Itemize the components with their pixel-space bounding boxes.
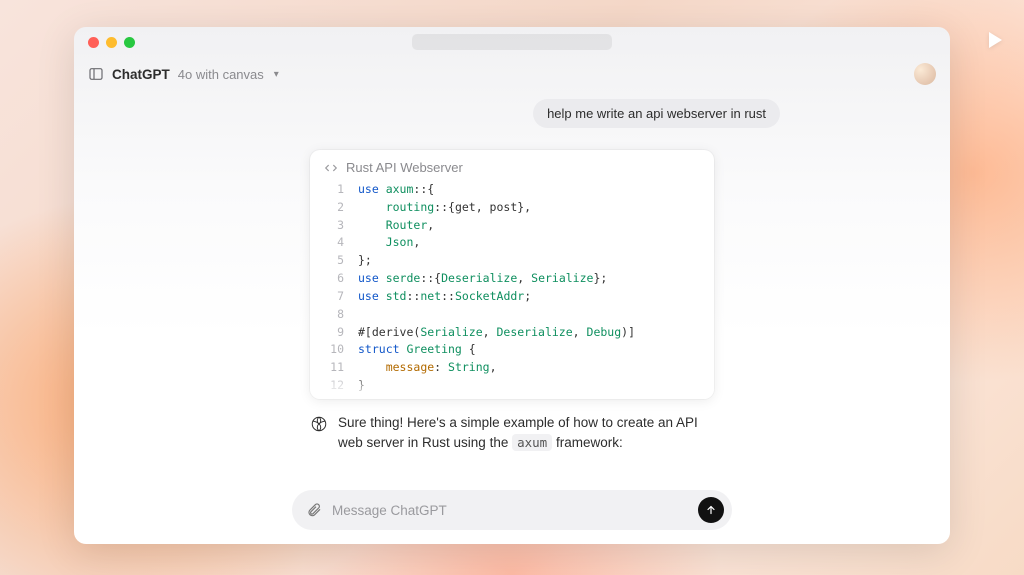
code-line: 10struct Greeting { bbox=[320, 341, 700, 359]
chevron-down-icon: ▾ bbox=[274, 69, 279, 80]
panel-left-icon bbox=[88, 66, 104, 82]
model-variant: 4o with canvas bbox=[178, 67, 264, 82]
canvas-card[interactable]: Rust API Webserver 1use axum::{2 routing… bbox=[310, 150, 714, 399]
window-titlebar bbox=[74, 27, 950, 57]
assistant-message: Sure thing! Here's a simple example of h… bbox=[310, 413, 714, 454]
code-line: 12} bbox=[320, 377, 700, 395]
address-bar[interactable] bbox=[412, 34, 612, 50]
code-line: 8 bbox=[320, 306, 700, 324]
code-block: 1use axum::{2 routing::{get, post},3 Rou… bbox=[310, 181, 714, 399]
code-line: 2 routing::{get, post}, bbox=[320, 199, 700, 217]
window-controls bbox=[88, 37, 135, 48]
user-message: help me write an api webserver in rust bbox=[533, 99, 780, 128]
composer-input[interactable]: Message ChatGPT bbox=[332, 503, 688, 518]
arrow-up-icon bbox=[705, 504, 717, 516]
code-line: 5}; bbox=[320, 252, 700, 270]
chat-content: help me write an api webserver in rust R… bbox=[74, 91, 950, 544]
code-line: 11 message: String, bbox=[320, 359, 700, 377]
close-window-button[interactable] bbox=[88, 37, 99, 48]
app-window: ChatGPT 4o with canvas ▾ help me write a… bbox=[74, 27, 950, 544]
desktop-background: ChatGPT 4o with canvas ▾ help me write a… bbox=[0, 0, 1024, 575]
paperclip-icon[interactable] bbox=[306, 502, 322, 518]
top-bar: ChatGPT 4o with canvas ▾ bbox=[74, 57, 950, 91]
code-line: 13 bbox=[320, 395, 700, 399]
minimize-window-button[interactable] bbox=[106, 37, 117, 48]
assistant-text: Sure thing! Here's a simple example of h… bbox=[338, 413, 714, 454]
canvas-title: Rust API Webserver bbox=[346, 160, 463, 175]
code-line: 1use axum::{ bbox=[320, 181, 700, 199]
model-selector[interactable]: ChatGPT 4o with canvas ▾ bbox=[88, 66, 279, 82]
inline-code: axum bbox=[512, 434, 552, 451]
code-line: 7use std::net::SocketAddr; bbox=[320, 288, 700, 306]
code-line: 4 Json, bbox=[320, 234, 700, 252]
model-name: ChatGPT bbox=[112, 67, 170, 82]
avatar[interactable] bbox=[914, 63, 936, 85]
send-button[interactable] bbox=[698, 497, 724, 523]
code-line: 9#[derive(Serialize, Deserialize, Debug)… bbox=[320, 324, 700, 342]
play-icon[interactable] bbox=[989, 32, 1002, 48]
zoom-window-button[interactable] bbox=[124, 37, 135, 48]
canvas-header: Rust API Webserver bbox=[310, 150, 714, 181]
code-line: 3 Router, bbox=[320, 217, 700, 235]
assistant-avatar-icon bbox=[310, 415, 328, 433]
code-line: 6use serde::{Deserialize, Serialize}; bbox=[320, 270, 700, 288]
composer[interactable]: Message ChatGPT bbox=[292, 490, 732, 530]
code-icon bbox=[324, 161, 338, 175]
